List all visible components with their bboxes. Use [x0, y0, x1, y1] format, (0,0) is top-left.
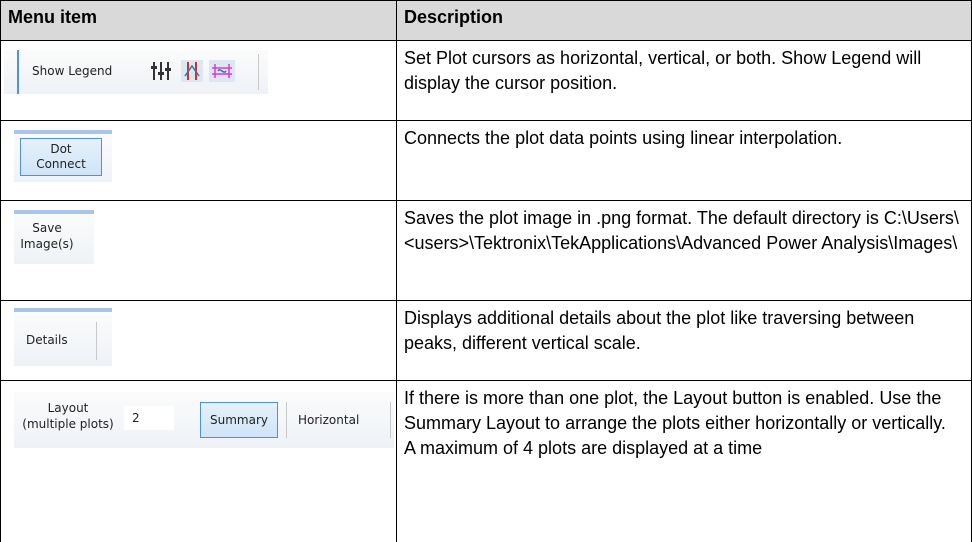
table-row: Save Image(s) Saves the plot image in .p… [0, 200, 972, 300]
toolbar-separator [96, 322, 97, 360]
row-divider [0, 200, 972, 201]
horizontal-button[interactable]: Horizontal [298, 413, 359, 427]
description-text: Set Plot cursors as horizontal, vertical… [404, 48, 922, 93]
image-label: Image(s) [20, 237, 74, 251]
save-label: Save [32, 221, 62, 235]
details-button[interactable]: Details [26, 333, 68, 347]
table-row: Layout (multiple plots) 2 Summary Horizo… [0, 380, 972, 542]
layout-label: Layout [47, 401, 89, 415]
show-legend-button[interactable]: Show Legend [32, 64, 112, 78]
toolbar-edge [17, 50, 19, 94]
table-border [0, 0, 1, 542]
row-divider [0, 120, 972, 121]
toolbar-separator [258, 54, 259, 90]
menu-item-cell: Layout (multiple plots) 2 Summary Horizo… [0, 380, 396, 542]
table-row: Details Displays additional details abou… [0, 300, 972, 380]
row-divider [0, 380, 972, 381]
header-description-text: Description [404, 7, 504, 27]
vertical-cursor-icon[interactable] [181, 60, 203, 82]
description-text: Displays additional details about the pl… [404, 308, 915, 353]
table-border [0, 0, 972, 1]
plot-count-field[interactable]: 2 [124, 406, 174, 430]
summary-button[interactable]: Summary [200, 402, 278, 438]
multiple-plots-label: (multiple plots) [22, 417, 114, 431]
header-description: Description [396, 0, 972, 40]
menu-item-cell: Save Image(s) [0, 200, 396, 300]
header-menu-item: Menu item [0, 0, 396, 40]
table-row: Dot Connect Connects the plot data point… [0, 120, 972, 200]
both-cursors-icon[interactable] [209, 60, 235, 82]
description-cell: Connects the plot data points using line… [396, 120, 972, 200]
description-cell: Set Plot cursors as horizontal, vertical… [396, 40, 972, 120]
description-cell: If there is more than one plot, the Layo… [396, 380, 972, 542]
toolbar-separator [390, 402, 391, 438]
description-text: Saves the plot image in .png format. The… [404, 208, 959, 253]
description-cell: Displays additional details about the pl… [396, 300, 972, 380]
description-text: If there is more than one plot, the Layo… [404, 388, 946, 458]
toolbar-separator [286, 402, 287, 438]
save-image-button[interactable]: Save Image(s) [12, 220, 82, 252]
table-header-row: Menu item Description [0, 0, 972, 40]
row-divider [0, 300, 972, 301]
horizontal-cursor-icon[interactable] [150, 61, 172, 81]
dot-connect-button[interactable]: Dot Connect [20, 138, 102, 176]
dot-label: Dot [50, 142, 72, 156]
menu-item-cell: Dot Connect [0, 120, 396, 200]
row-divider [0, 40, 972, 41]
table-row: Show Legend Set Plot cursors as horizont… [0, 40, 972, 120]
layout-button[interactable]: Layout (multiple plots) [20, 400, 116, 432]
column-divider [396, 0, 397, 542]
header-menu-item-text: Menu item [8, 7, 98, 27]
menu-item-cell: Show Legend [0, 40, 396, 120]
description-text: Connects the plot data points using line… [404, 128, 843, 148]
description-cell: Saves the plot image in .png format. The… [396, 200, 972, 300]
menu-item-cell: Details [0, 300, 396, 380]
connect-label: Connect [36, 157, 86, 171]
